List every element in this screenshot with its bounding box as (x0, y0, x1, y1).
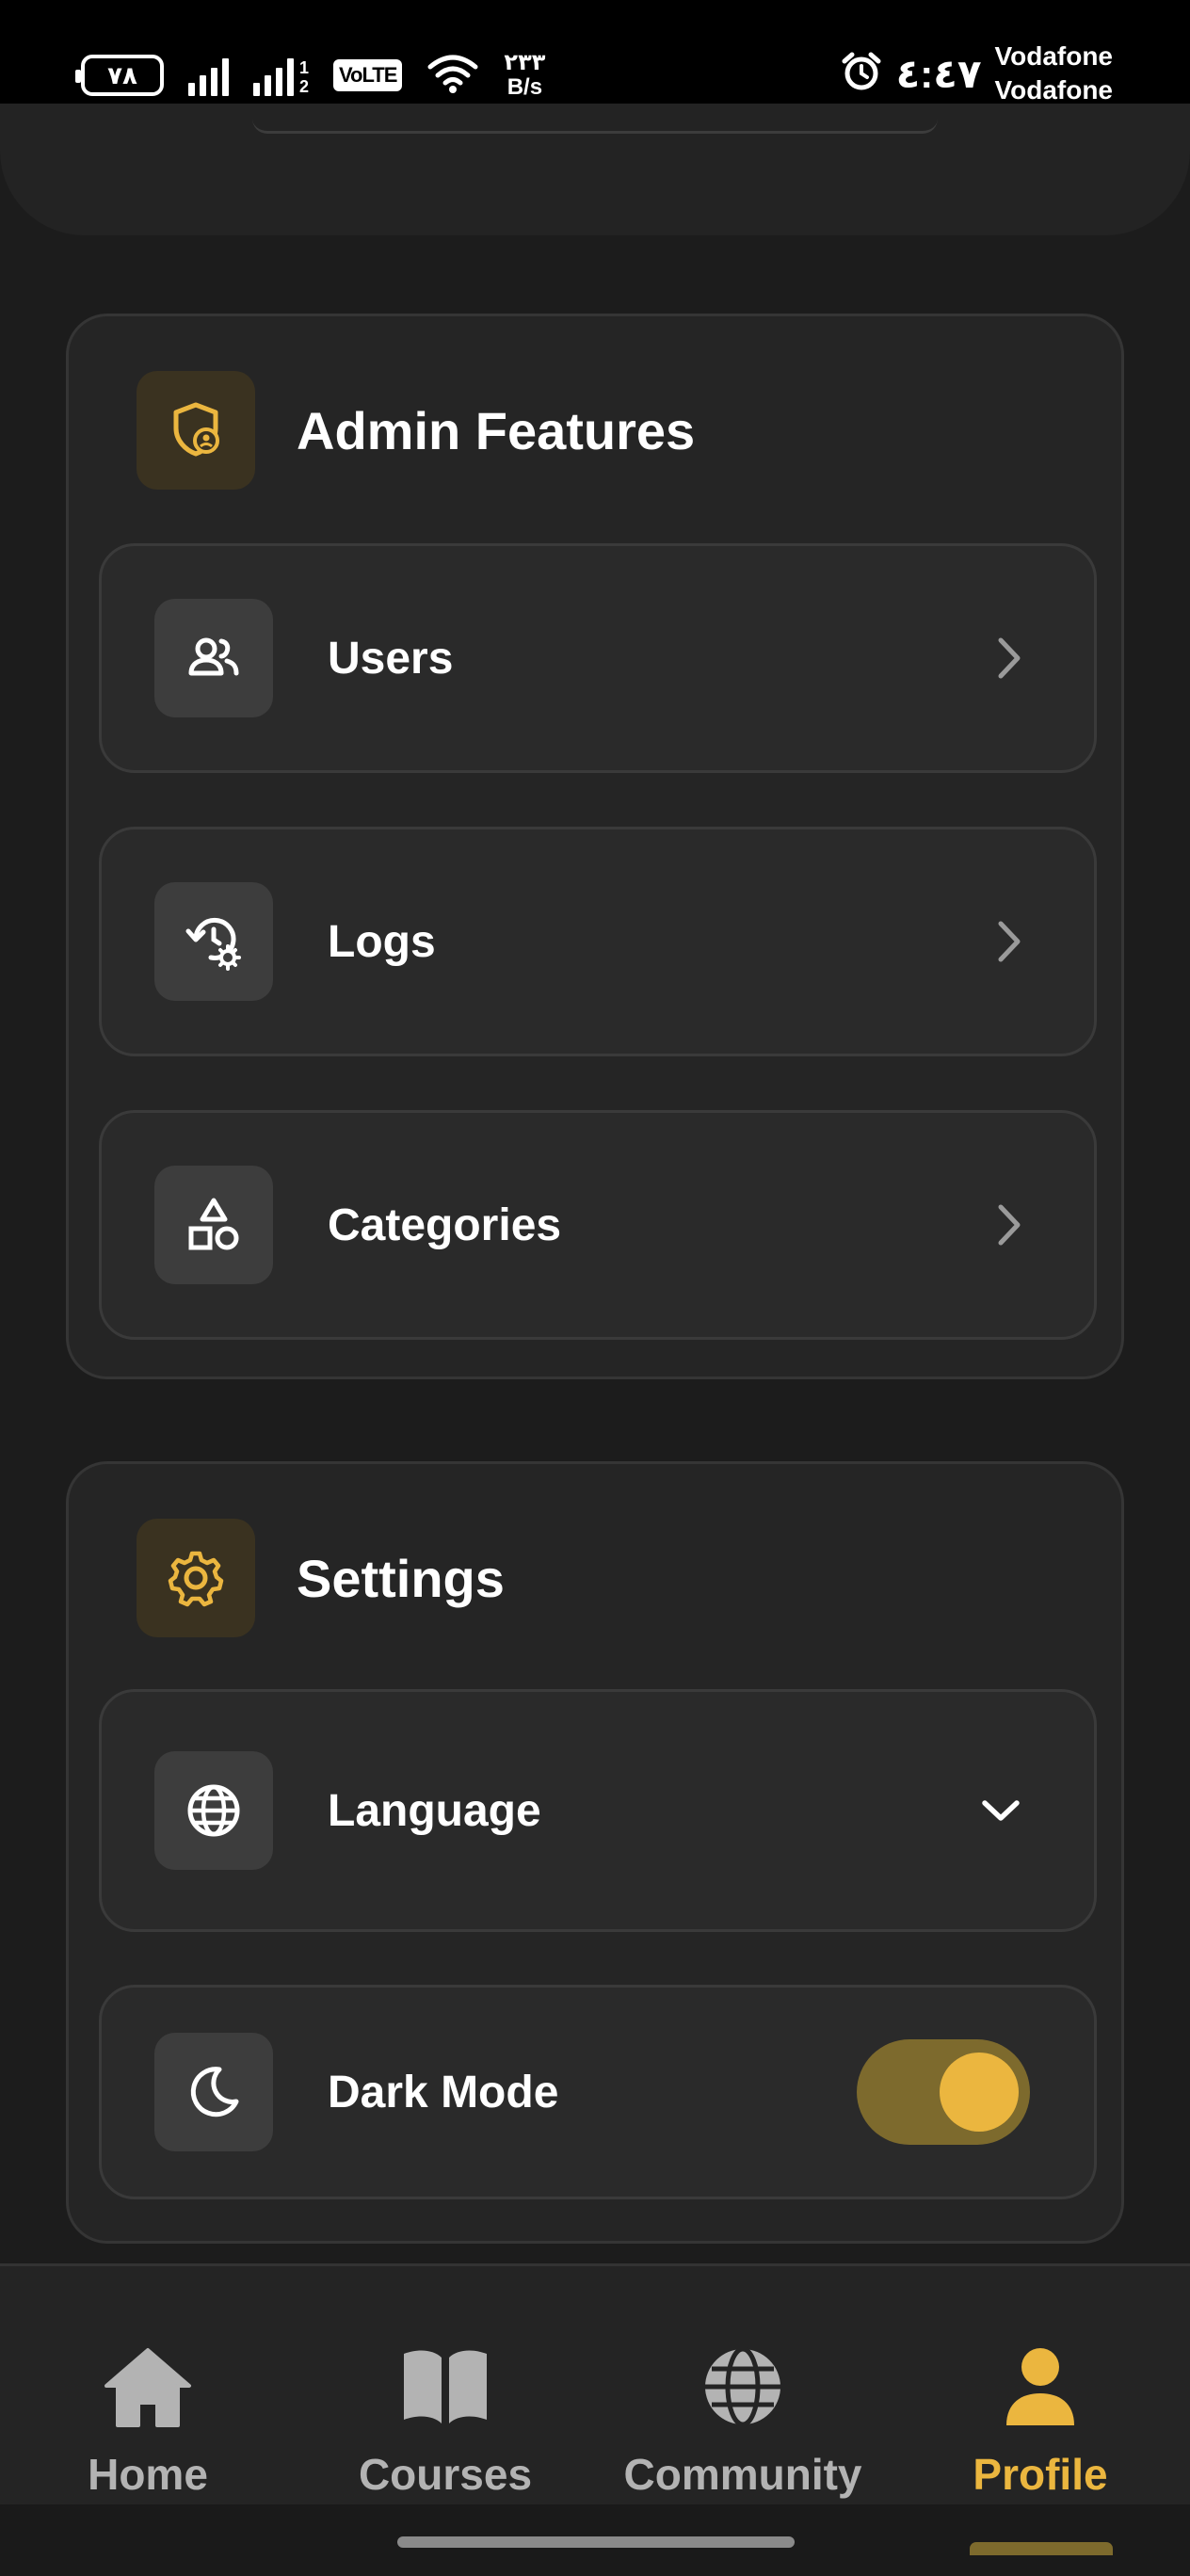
wifi-icon (426, 52, 479, 100)
language-dropdown[interactable]: Language (99, 1689, 1097, 1932)
clock-time: ٤:٤٧ (895, 51, 982, 96)
sim-number-2: 2 (299, 77, 310, 96)
globe-icon (700, 2342, 785, 2432)
toggle-knob (940, 2053, 1019, 2132)
gesture-handle[interactable] (397, 2536, 795, 2548)
shapes-icon (154, 1166, 273, 1284)
language-label: Language (328, 1785, 541, 1836)
nav-profile-label: Profile (973, 2450, 1108, 2499)
chevron-right-icon (990, 913, 1028, 970)
carrier-2: Vodafone (994, 75, 1113, 105)
nav-home[interactable]: Home (11, 2342, 284, 2500)
settings-header: Settings (137, 1519, 505, 1637)
dark-mode-setting: Dark Mode (99, 1985, 1097, 2199)
person-icon (1001, 2342, 1080, 2432)
carrier-1: Vodafone (994, 41, 1113, 71)
dark-mode-label: Dark Mode (328, 2067, 559, 2117)
nav-profile[interactable]: Profile (904, 2342, 1177, 2500)
shield-person-icon (137, 371, 255, 490)
sim-numbers: 1 2 (299, 58, 309, 96)
battery-indicator: ٧٨ (75, 55, 164, 96)
sim-number-1: 1 (299, 58, 310, 77)
battery-level: ٧٨ (107, 60, 137, 89)
profile-header-edge (252, 119, 938, 134)
home-icon (101, 2342, 195, 2432)
alarm-icon (840, 50, 883, 98)
nav-courses-label: Courses (358, 2450, 533, 2499)
nav-home-label: Home (88, 2450, 208, 2499)
chevron-right-icon (990, 1197, 1028, 1253)
users-icon (154, 599, 273, 717)
chevron-down-icon (977, 1782, 1024, 1839)
history-settings-icon (154, 882, 273, 1001)
chevron-right-icon (990, 630, 1028, 686)
volte-badge: VoLTE (333, 59, 403, 91)
active-tab-indicator (970, 2542, 1113, 2555)
moon-icon (154, 2033, 273, 2151)
gear-icon (137, 1519, 255, 1637)
admin-features-title: Admin Features (297, 400, 696, 460)
book-icon (398, 2342, 492, 2432)
settings-section: Settings Language Dark Mode (66, 1461, 1124, 2244)
nav-community[interactable]: Community (606, 2342, 879, 2500)
admin-features-section: Admin Features Users Logs Categories (66, 314, 1124, 1379)
nav-community-label: Community (623, 2450, 862, 2499)
dark-mode-toggle[interactable] (857, 2039, 1030, 2145)
signal-sim1-icon (188, 55, 229, 96)
users-menu-item[interactable]: Users (99, 543, 1097, 773)
carrier-names: Vodafone Vodafone (995, 40, 1113, 107)
categories-menu-item[interactable]: Categories (99, 1110, 1097, 1340)
net-speed-value: ٢٣٣ (504, 50, 546, 75)
status-bar-right: ٤:٤٧ Vodafone Vodafone (840, 40, 1113, 107)
signal-sim2-icon (253, 55, 294, 96)
status-bar-left: ٧٨ 1 2 VoLTE ٢٣٣ B/s (75, 47, 545, 104)
nav-courses[interactable]: Courses (309, 2342, 582, 2500)
logs-menu-item[interactable]: Logs (99, 827, 1097, 1056)
logs-label: Logs (328, 916, 436, 967)
settings-title: Settings (297, 1548, 505, 1608)
net-speed-unit: B/s (507, 74, 543, 100)
globe-icon (154, 1751, 273, 1870)
users-label: Users (328, 633, 454, 684)
net-speed: ٢٣٣ B/s (504, 51, 545, 100)
admin-features-header: Admin Features (137, 371, 695, 490)
categories-label: Categories (328, 1199, 562, 1250)
